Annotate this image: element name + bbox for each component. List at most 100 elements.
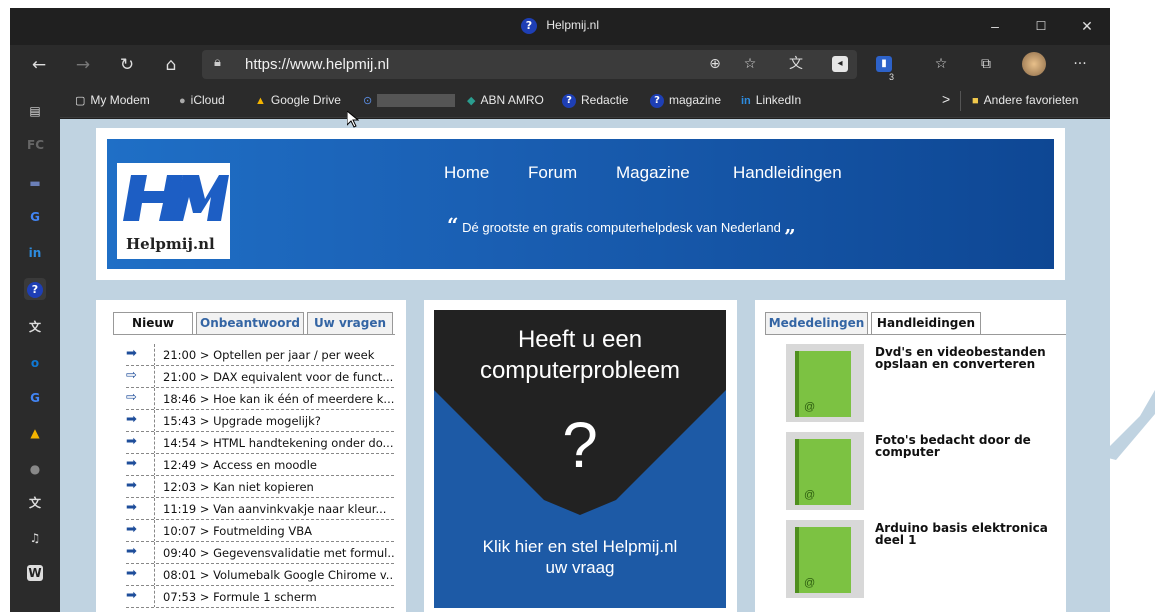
- tab-onbeantwoord[interactable]: Onbeantwoord: [196, 312, 304, 334]
- post-row[interactable]: ➡ 11:19 > Van aanvinkvakje naar kleur...: [126, 498, 394, 520]
- tab-handleidingen[interactable]: Handleidingen: [871, 312, 981, 335]
- maximize-button[interactable]: ☐: [1018, 12, 1064, 40]
- post-row[interactable]: ➡ 10:07 > Foutmelding VBA: [126, 520, 394, 542]
- abnamro-icon: ◆: [467, 95, 476, 108]
- tab-actions-icon[interactable]: ▤: [27, 103, 43, 119]
- ad-panel: Heeft u een computerprobleem ? Klik hier…: [424, 300, 737, 612]
- bookmark-google-drive[interactable]: ▲ Google Drive: [255, 93, 341, 107]
- arrow-filled-icon: ➡: [126, 456, 137, 471]
- favorites-icon[interactable]: ☆: [931, 54, 951, 74]
- post-title: 21:00 > DAX equivalent voor de funct...: [163, 370, 394, 384]
- linkedin-icon[interactable]: in: [27, 245, 43, 261]
- site-header: Helpmij.nl Home Forum Magazine Handleidi…: [96, 128, 1065, 280]
- row-separator: [154, 454, 155, 475]
- fc-icon[interactable]: FC: [27, 137, 44, 153]
- arrow-filled-icon: ➡: [126, 434, 137, 449]
- post-title: 07:53 > Formule 1 scherm: [163, 590, 317, 604]
- extension-icon[interactable]: ◂: [832, 56, 848, 72]
- lock-icon: ⊙: [363, 95, 373, 108]
- guide-item[interactable]: @ Foto's bedacht door de computer: [786, 432, 1066, 510]
- guide-title: Foto's bedacht door de computer: [875, 434, 1031, 458]
- wikipedia-icon[interactable]: W: [27, 565, 43, 581]
- post-row[interactable]: ➡ 21:00 > Optellen per jaar / per week: [126, 344, 394, 366]
- refresh-icon[interactable]: ↻: [114, 53, 140, 79]
- at-sign-icon: @: [804, 489, 816, 501]
- minimize-button[interactable]: –: [972, 12, 1018, 40]
- profile-avatar[interactable]: [1022, 52, 1046, 76]
- favorites-divider: [960, 91, 961, 111]
- post-row[interactable]: ➡ 12:49 > Access en moodle: [126, 454, 394, 476]
- close-button[interactable]: ✕: [1064, 12, 1110, 40]
- post-row[interactable]: ➡ 09:40 > Gegevensvalidatie met formul...: [126, 542, 394, 564]
- post-row[interactable]: ➡ 12:03 > Kan niet kopieren: [126, 476, 394, 498]
- post-row[interactable]: ⇨ 18:46 > Hoe kan ik één of meerdere k...: [126, 388, 394, 410]
- ask-question-ad[interactable]: Heeft u een computerprobleem ? Klik hier…: [434, 310, 726, 608]
- guide-thumbnail: @: [786, 344, 864, 422]
- quote-close: „: [784, 213, 796, 237]
- row-separator: [154, 432, 155, 453]
- drive-icon: ▲: [255, 94, 266, 107]
- helpmij-icon: ?: [27, 281, 43, 298]
- mouse-cursor: [347, 111, 359, 128]
- post-row[interactable]: ⇨ 21:00 > DAX equivalent voor de funct...: [126, 366, 394, 388]
- bookmark-magazine[interactable]: ? magazine: [650, 93, 721, 108]
- zoom-icon[interactable]: ⊕: [705, 54, 725, 74]
- guide-item[interactable]: @ Dvd's en videobestanden opslaan en conve…: [786, 344, 1066, 422]
- forward-icon[interactable]: →: [70, 53, 96, 79]
- favorites-bar: ▢ My Modem ● iCloud ▲ Google Drive ⊙ ◆ ABN A…: [60, 85, 1110, 118]
- tab-nieuw[interactable]: Nieuw: [113, 312, 193, 335]
- post-row[interactable]: ➡ 14:54 > HTML handtekening onder do...: [126, 432, 394, 454]
- tab-mededelingen[interactable]: Mededelingen: [765, 312, 868, 334]
- share-icon[interactable]: ♫: [27, 530, 43, 546]
- favorites-overflow-button[interactable]: >: [942, 91, 950, 107]
- bookmark-linkedin[interactable]: in LinkedIn: [741, 93, 801, 107]
- post-row[interactable]: ➡ 15:43 > Upgrade mogelijk?: [126, 410, 394, 432]
- more-menu-icon[interactable]: ···: [1070, 54, 1090, 74]
- nav-home-link[interactable]: Home: [444, 163, 489, 183]
- post-row[interactable]: ➡ 07:53 > Formule 1 scherm: [126, 586, 394, 608]
- arrow-filled-icon: ➡: [126, 478, 137, 493]
- folder-icon: ■: [972, 94, 979, 107]
- other-favorites-folder[interactable]: ■ Andere favorieten: [972, 93, 1078, 107]
- post-title: 14:54 > HTML handtekening onder do...: [163, 436, 394, 450]
- translate-icon[interactable]: 文: [786, 54, 806, 74]
- collections-icon[interactable]: ⧉: [976, 54, 996, 74]
- guide-item[interactable]: @ Arduino basis elektronica deel 1: [786, 520, 1066, 598]
- bookmark-my-modem[interactable]: ▢ My Modem: [75, 93, 150, 107]
- nav-magazine-link[interactable]: Magazine: [616, 163, 690, 183]
- back-icon[interactable]: ←: [26, 53, 52, 79]
- google-icon[interactable]: G: [27, 390, 43, 406]
- url-text: https://www.helpmij.nl: [245, 56, 390, 73]
- home-icon[interactable]: ⌂: [158, 53, 184, 79]
- favorite-star-icon[interactable]: ☆: [740, 54, 760, 74]
- navigation-bar: ← → ↻ ⌂ 🔒︎ https://www.helpmij.nl ⊕ ☆ 文 …: [10, 45, 1110, 85]
- row-separator: [154, 586, 155, 607]
- bookmark-private[interactable]: ⊙: [363, 93, 456, 108]
- translate-icon[interactable]: 文: [27, 495, 43, 511]
- logo-wordmark: Helpmij.nl: [126, 235, 215, 253]
- helpmij-logo[interactable]: Helpmij.nl: [117, 163, 230, 259]
- apple-icon[interactable]: ●: [27, 461, 43, 477]
- post-title: 10:07 > Foutmelding VBA: [163, 524, 312, 538]
- guide-tab-underline: [765, 334, 1066, 335]
- tab-underline: [113, 334, 395, 335]
- arrow-filled-icon: ➡: [126, 588, 137, 603]
- post-row[interactable]: ➡ 08:01 > Volumebalk Google Chirome v...: [126, 564, 394, 586]
- helpmij-sidebar-icon[interactable]: ?: [24, 278, 46, 300]
- drive-icon[interactable]: ▲: [27, 425, 43, 441]
- google-icon[interactable]: G: [27, 209, 43, 225]
- bitwarden-extension-icon[interactable]: ▮: [876, 56, 892, 72]
- arrow-outline-icon: ⇨: [126, 390, 137, 405]
- outlook-icon[interactable]: o: [27, 355, 43, 371]
- bookmark-redactie[interactable]: ? Redactie: [562, 93, 628, 108]
- bookmark-abn-amro[interactable]: ◆ ABN AMRO: [467, 93, 544, 107]
- translate-icon[interactable]: 文: [27, 319, 43, 335]
- pinned-site-icon[interactable]: ▬: [27, 175, 43, 191]
- bookmark-icloud[interactable]: ● iCloud: [179, 93, 225, 107]
- tab-uw-vragen[interactable]: Uw vragen: [307, 312, 393, 334]
- nav-handleidingen-link[interactable]: Handleidingen: [733, 163, 842, 183]
- nav-forum-link[interactable]: Forum: [528, 163, 577, 183]
- row-separator: [154, 388, 155, 409]
- row-separator: [154, 520, 155, 541]
- ad-question-mark: ?: [562, 409, 598, 481]
